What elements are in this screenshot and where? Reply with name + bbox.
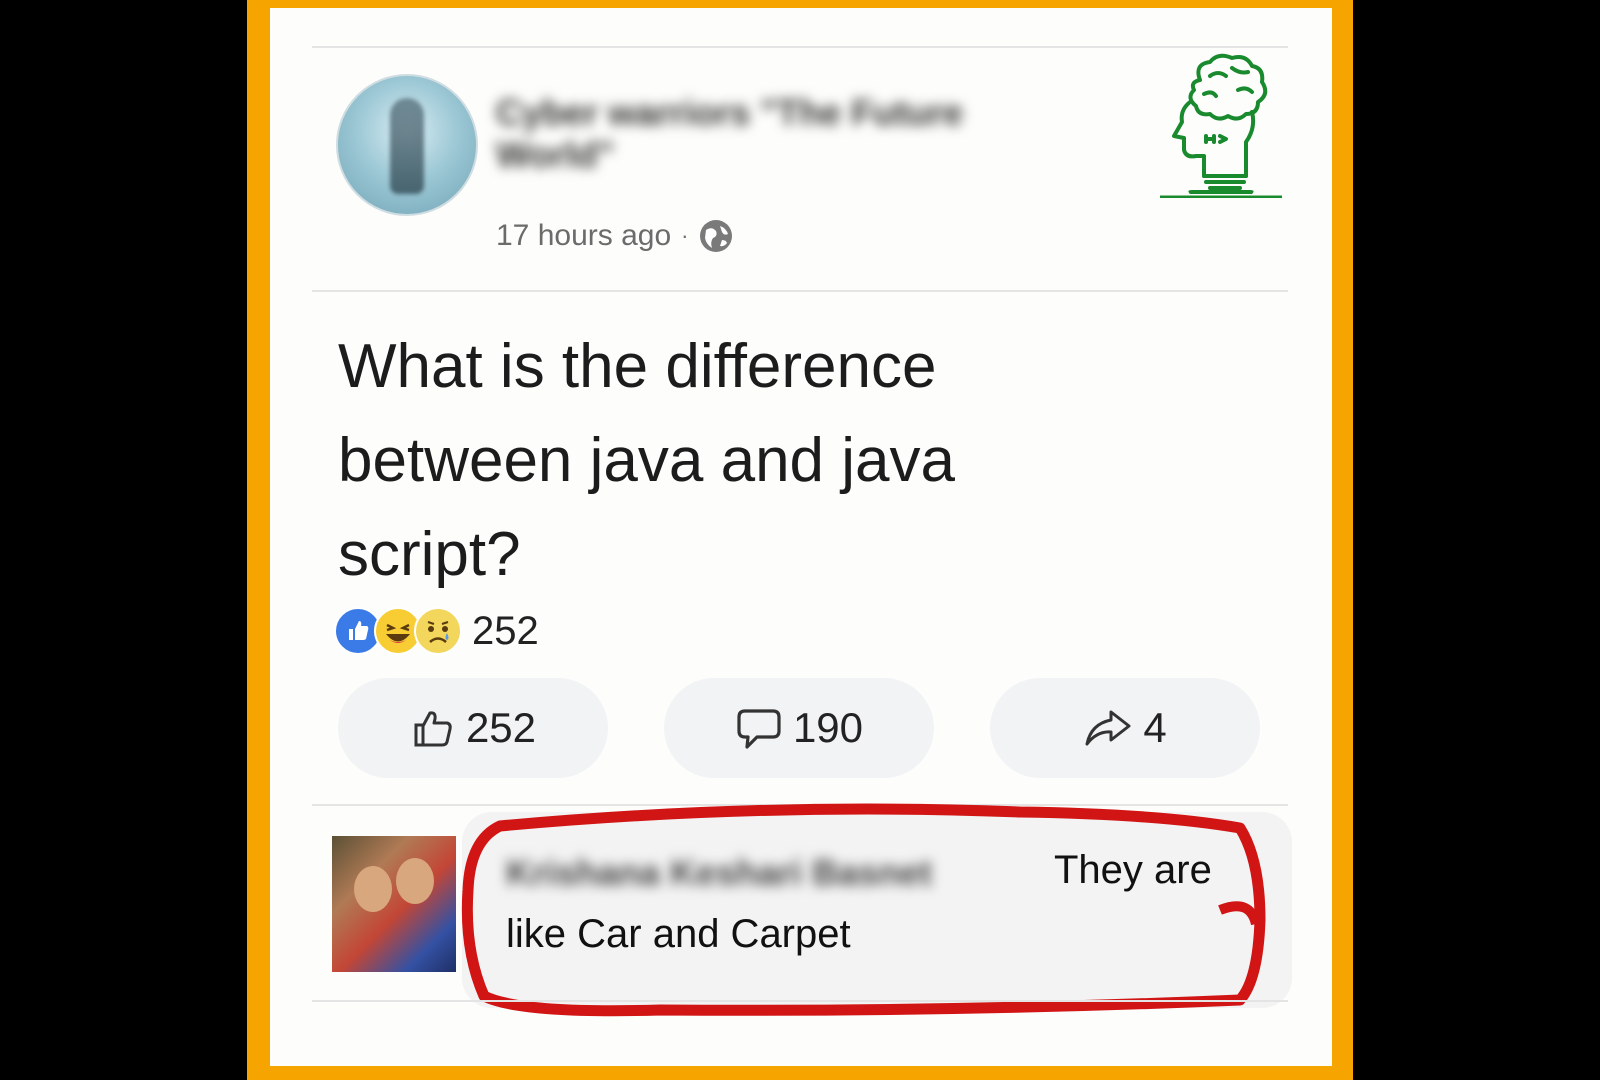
commenter-name[interactable]: Krishana Keshari Basnet bbox=[506, 852, 932, 894]
share-button[interactable]: 4 bbox=[990, 678, 1260, 778]
thumbs-up-icon bbox=[414, 711, 452, 747]
comment-bubble bbox=[462, 812, 1292, 1008]
page-avatar[interactable] bbox=[336, 74, 478, 216]
reaction-count: 252 bbox=[472, 608, 539, 653]
comment-text-line2: like Car and Carpet bbox=[506, 912, 851, 956]
share-count: 4 bbox=[1143, 704, 1167, 751]
comment-count: 190 bbox=[792, 704, 864, 751]
divider-comments bbox=[312, 804, 1288, 806]
reactions-summary[interactable]: 252 bbox=[334, 604, 539, 658]
post-body-text: What is the difference between java and … bbox=[338, 332, 956, 589]
comment-text-line1: They are bbox=[1054, 848, 1212, 892]
post-timestamp[interactable]: 17 hours ago bbox=[496, 219, 671, 253]
like-button[interactable]: 252 bbox=[338, 678, 608, 778]
divider-header bbox=[312, 290, 1288, 292]
sad-reaction-icon bbox=[414, 607, 462, 655]
meta-separator: · bbox=[681, 223, 689, 248]
brain-bulb-logo-icon bbox=[1160, 53, 1282, 198]
comment-bubble-icon bbox=[737, 709, 781, 749]
comment-button[interactable]: 190 bbox=[664, 678, 934, 778]
post-actions-bar: 252 190 4 bbox=[338, 678, 1268, 778]
divider-bottom bbox=[312, 1000, 1288, 1002]
like-count: 252 bbox=[465, 704, 537, 751]
divider-top bbox=[312, 46, 1288, 48]
globe-icon bbox=[700, 220, 733, 252]
share-arrow-icon bbox=[1085, 710, 1131, 746]
post-author-name[interactable]: Cyber warriors "The Future World" bbox=[496, 92, 1056, 176]
commenter-avatar[interactable] bbox=[332, 836, 456, 972]
post-meta: 17 hours ago · bbox=[496, 216, 734, 256]
